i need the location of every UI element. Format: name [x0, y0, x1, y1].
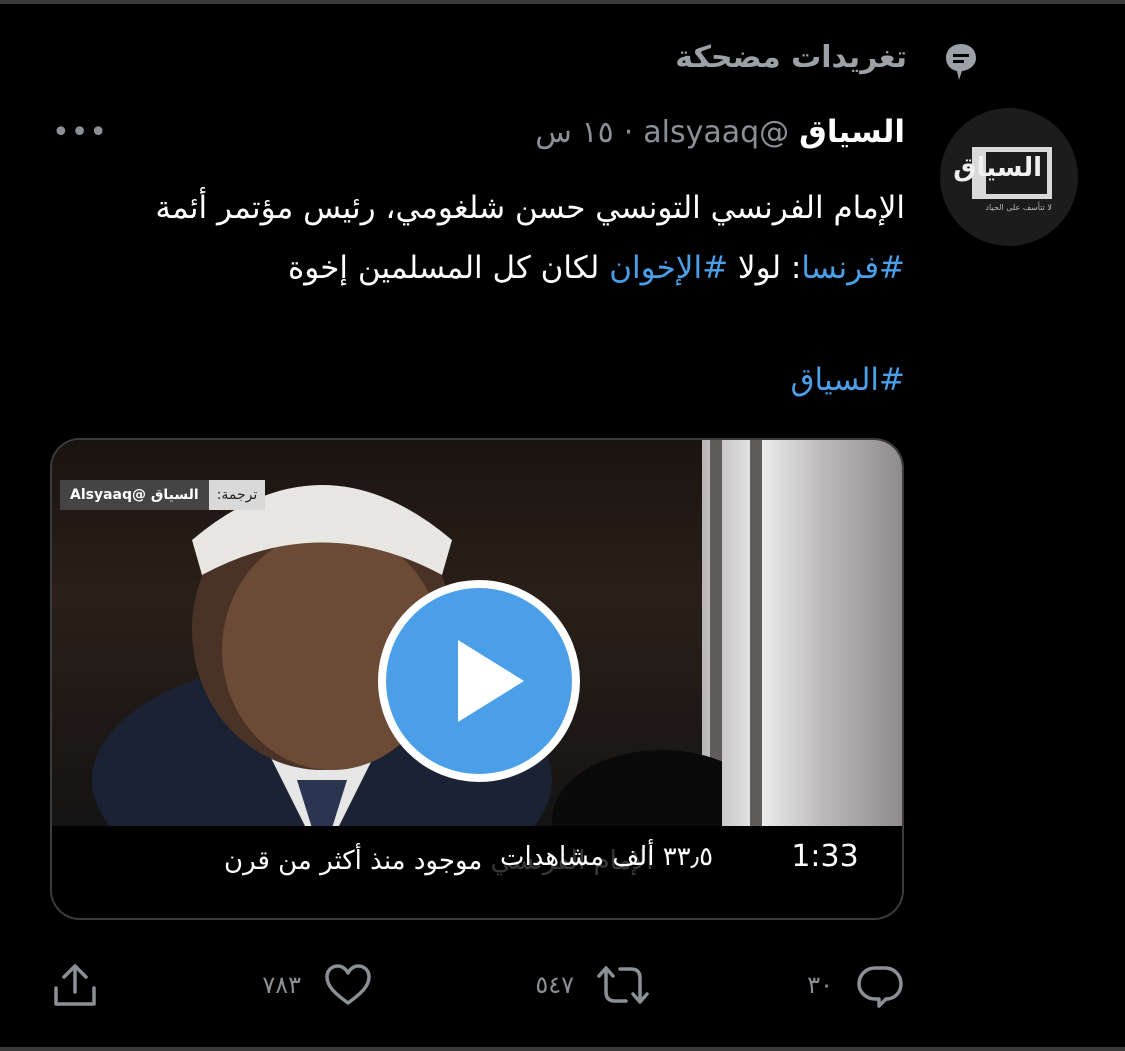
reply-action[interactable]: ٣٠ — [807, 960, 905, 1010]
header-separator: · — [623, 115, 634, 150]
avatar[interactable]: السياق لا تتأسف على الحياد — [940, 108, 1078, 246]
avatar-logo: السياق لا تتأسف على الحياد — [953, 147, 1052, 212]
like-count: ٧٨٣ — [262, 971, 301, 999]
tweet-text: الإمام الفرنسي التونسي حسن شلغومي، رئيس … — [65, 178, 905, 298]
hashtag-france[interactable]: #فرنسا — [801, 250, 905, 286]
background-curtain — [702, 440, 902, 826]
watermark-label: ترجمة: — [208, 480, 266, 510]
user-handle[interactable]: @alsyaaq — [643, 115, 789, 150]
play-button[interactable] — [378, 580, 580, 782]
hashtag-ikhwan[interactable]: #الإخوان — [609, 250, 728, 286]
reply-count: ٣٠ — [807, 971, 833, 999]
video-frame[interactable]: ترجمة: السياق @Alsyaaq — [52, 440, 902, 826]
tweet-text-mid-2: لكان كل المسلمين إخوة — [288, 250, 610, 286]
share-icon[interactable] — [50, 960, 100, 1010]
topic-context-label[interactable]: تغريدات مضحكة — [675, 40, 907, 75]
video-watermark: ترجمة: السياق @Alsyaaq — [60, 480, 266, 510]
retweet-icon[interactable] — [596, 960, 650, 1010]
watermark-name: السياق @Alsyaaq — [60, 480, 209, 510]
topic-bubble-icon — [946, 44, 976, 80]
tweet-text-line-2: #فرنسا: لولا #الإخوان لكان كل المسلمين إ… — [65, 238, 905, 298]
retweet-count: ٥٤٧ — [535, 971, 574, 999]
reply-icon[interactable] — [855, 960, 905, 1010]
like-action[interactable]: ٧٨٣ — [262, 960, 373, 1010]
tweet-timestamp[interactable]: ١٥ س — [535, 115, 613, 150]
duration-badge: 1:33 — [780, 831, 870, 883]
tweet-text-line-1: الإمام الفرنسي التونسي حسن شلغومي، رئيس … — [155, 190, 905, 226]
more-options-icon[interactable]: ••• — [52, 118, 108, 148]
heart-icon[interactable] — [323, 960, 373, 1010]
view-count-badge: ٣٣٫٥ ألف مشاهدات — [490, 831, 724, 883]
display-name[interactable]: السياق — [799, 114, 905, 150]
tweet-text-mid-1: : لولا — [728, 250, 802, 286]
tweet-header: السياق @alsyaaq · ١٥ س — [535, 114, 905, 150]
video-card[interactable]: ترجمة: السياق @Alsyaaq الإمام الفرنسي مو… — [50, 438, 904, 920]
hashtag-siyaq[interactable]: #السياق — [790, 350, 905, 410]
retweet-action[interactable]: ٥٤٧ — [535, 960, 650, 1010]
play-icon — [458, 640, 524, 722]
